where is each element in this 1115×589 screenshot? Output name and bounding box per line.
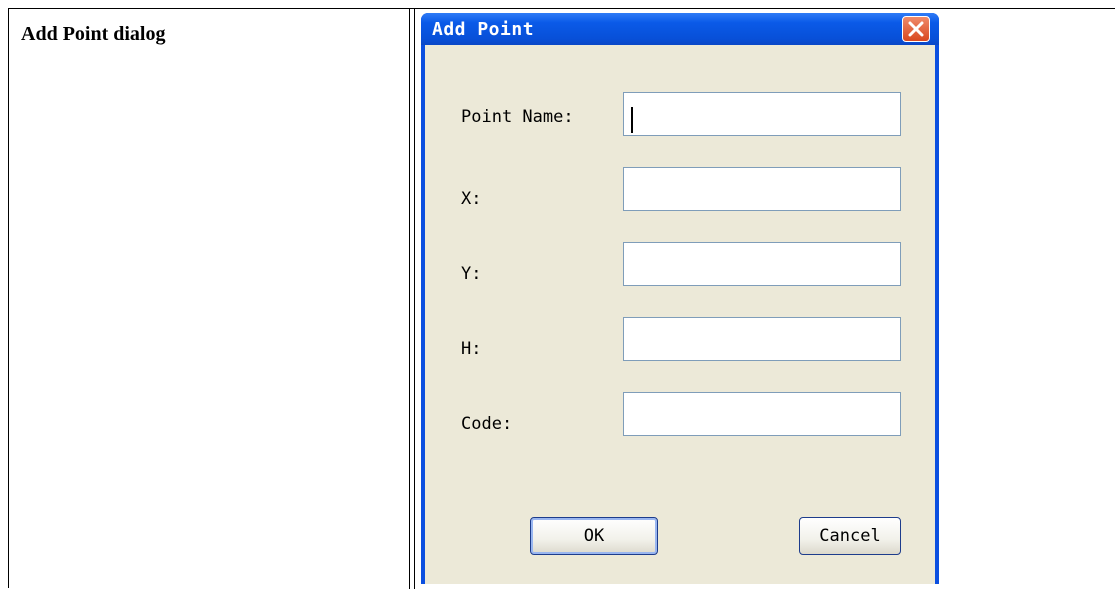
x-label: X:: [461, 189, 482, 209]
dialog-client-area: Point Name: X: Y: H: Code: OK Cancel: [425, 45, 935, 584]
code-input[interactable]: [623, 392, 901, 436]
code-label: Code:: [461, 414, 513, 434]
dialog-title: Add Point: [432, 19, 535, 40]
x-input[interactable]: [623, 167, 901, 211]
text-caret: [631, 107, 633, 133]
point-name-input[interactable]: [623, 92, 901, 136]
point-name-label: Point Name:: [461, 107, 574, 127]
table-cell-label: Add Point dialog: [21, 23, 166, 45]
table-divider: [414, 9, 415, 589]
h-input[interactable]: [623, 317, 901, 361]
cancel-button[interactable]: Cancel: [799, 517, 901, 555]
y-label: Y:: [461, 264, 482, 284]
table-divider: [409, 9, 410, 589]
close-icon: [908, 21, 924, 37]
dialog-title-bar[interactable]: Add Point: [421, 13, 939, 45]
h-label: H:: [461, 339, 482, 359]
add-point-dialog: Add Point Point Name: X: Y: H: Code: OK …: [421, 13, 939, 584]
ok-button[interactable]: OK: [530, 517, 658, 555]
y-input[interactable]: [623, 242, 901, 286]
close-button[interactable]: [902, 16, 930, 42]
